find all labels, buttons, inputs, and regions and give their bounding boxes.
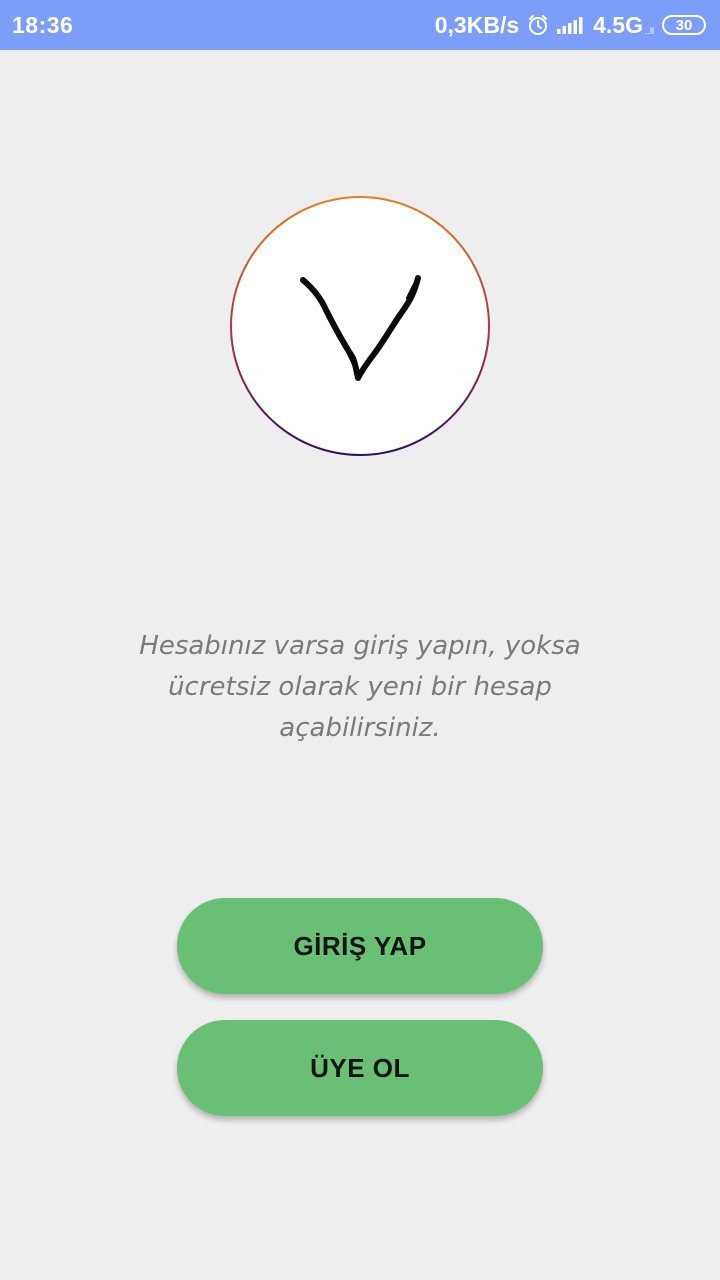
network-activity-indicator: ..ll: [645, 25, 654, 36]
app-logo: [230, 196, 490, 456]
network-type-label: 4.5G: [593, 11, 643, 38]
welcome-screen: 18:36 0,3KB/s 4.5G ..ll 30 Hesabınız var…: [0, 0, 720, 1280]
network-type: 4.5G ..ll: [593, 12, 654, 39]
logo-circle: [232, 198, 488, 454]
login-button[interactable]: GİRİŞ YAP: [177, 898, 543, 994]
welcome-message: Hesabınız varsa giriş yapın, yoksa ücret…: [139, 631, 581, 743]
status-indicators: 0,3KB/s 4.5G ..ll 30: [435, 12, 706, 39]
status-time: 18:36: [12, 11, 74, 38]
network-speed: 0,3KB/s: [434, 11, 520, 38]
status-bar: 18:36 0,3KB/s 4.5G ..ll 30: [0, 0, 720, 50]
alarm-icon: [527, 14, 549, 36]
register-button[interactable]: ÜYE OL: [177, 1020, 543, 1116]
hand-drawn-v-logo-icon: [300, 275, 421, 381]
signal-bars-icon: [557, 16, 585, 34]
battery-indicator: 30: [662, 15, 706, 35]
